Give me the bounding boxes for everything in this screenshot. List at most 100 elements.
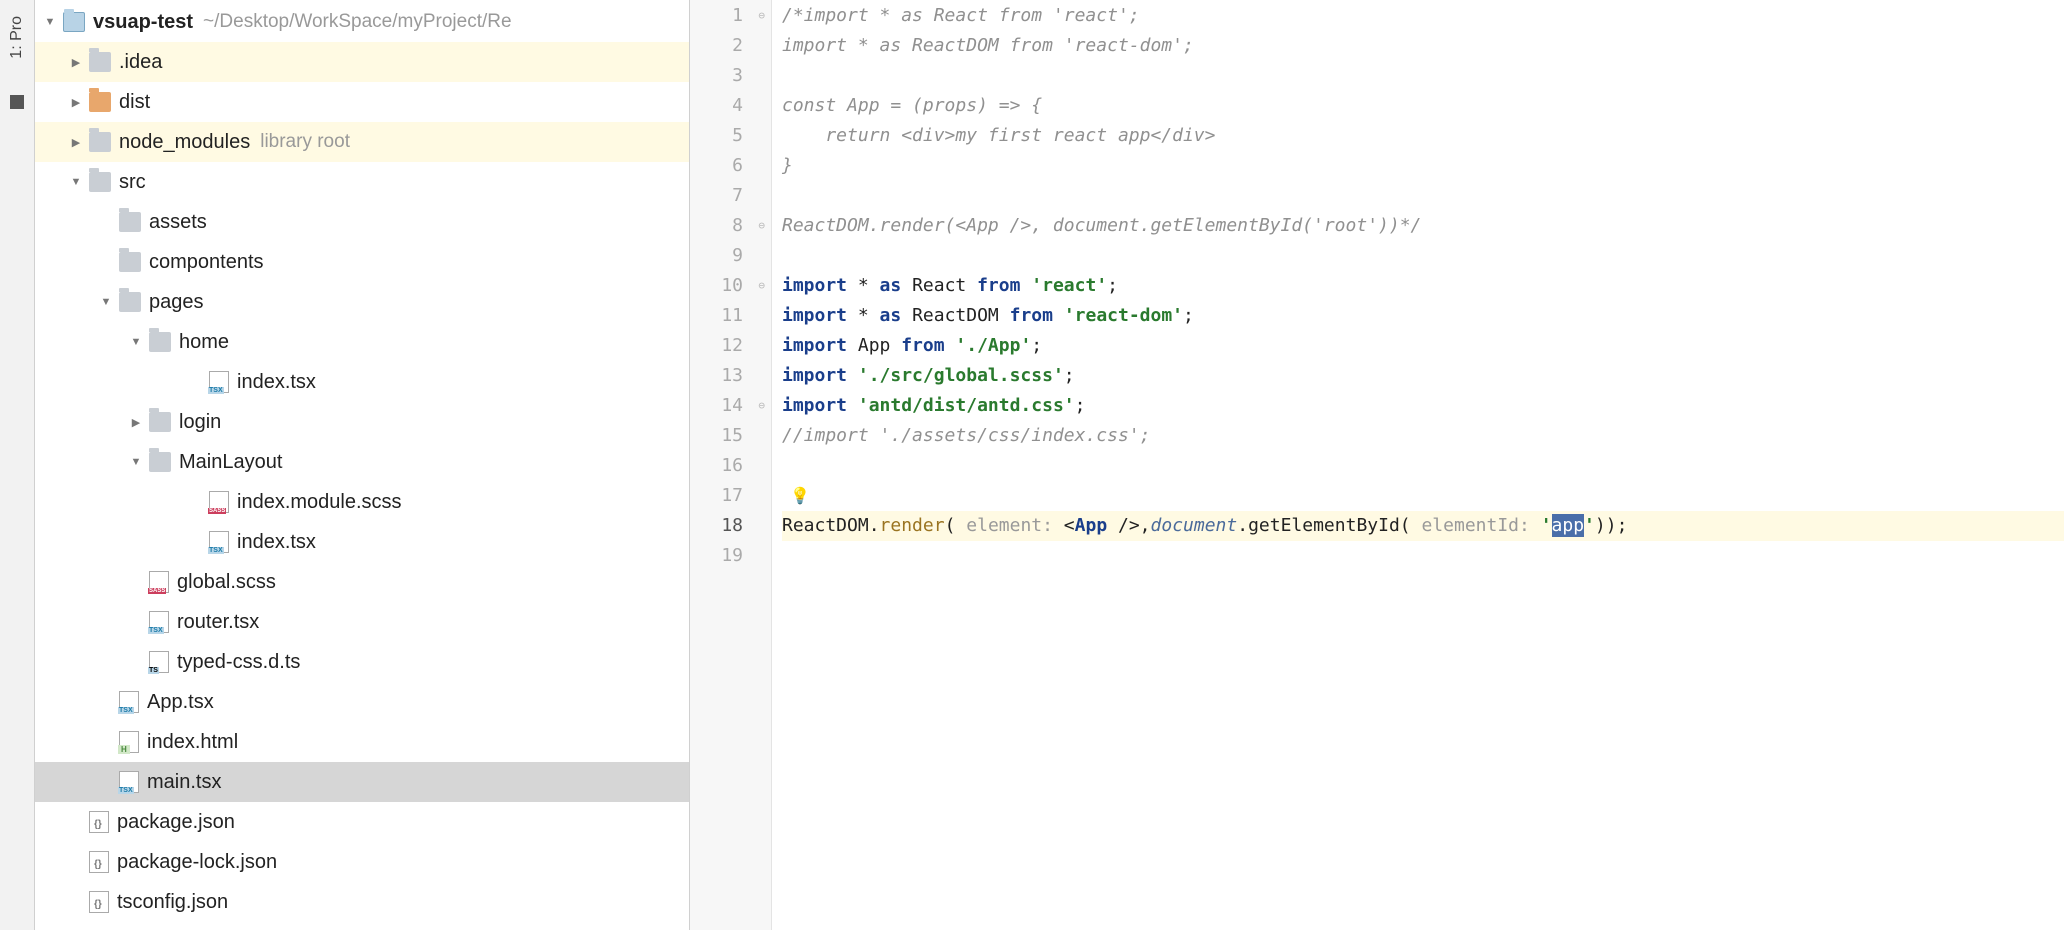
tree-item-src[interactable]: src [35, 162, 689, 202]
tree-item-home[interactable]: home [35, 322, 689, 362]
tree-item-index-tsx[interactable]: index.tsx [35, 362, 689, 402]
line-number[interactable]: 12 [690, 331, 743, 361]
tree-item-label: src [119, 171, 146, 194]
tree-item-mainlayout[interactable]: MainLayout [35, 442, 689, 482]
tree-arrow-icon[interactable] [127, 453, 145, 471]
tree-item-compontents[interactable]: compontents [35, 242, 689, 282]
project-tree[interactable]: vsuap-test~/Desktop/WorkSpace/myProject/… [35, 0, 690, 930]
line-number-gutter[interactable]: 1⊖2345678⊖910⊖11121314⊖1516171819 [690, 0, 772, 930]
tree-item-index-module-scss[interactable]: index.module.scss [35, 482, 689, 522]
line-number[interactable]: 10⊖ [690, 271, 743, 301]
code-line[interactable]: const App = (props) => { [782, 91, 2064, 121]
line-number[interactable]: 17 [690, 481, 743, 511]
tree-item-dist[interactable]: dist [35, 82, 689, 122]
tree-arrow-icon[interactable] [97, 293, 115, 311]
code-line[interactable] [782, 451, 2064, 481]
tree-item-index-html[interactable]: index.html [35, 722, 689, 762]
line-number[interactable]: 2 [690, 31, 743, 61]
code-line[interactable]: ReactDOM.render(<App />, document.getEle… [782, 211, 2064, 241]
code-line[interactable]: return <div>my first react app</div> [782, 121, 2064, 151]
tool-window-icon[interactable] [10, 95, 24, 109]
tree-item-label: node_modules [119, 131, 250, 154]
code-line[interactable]: } [782, 151, 2064, 181]
tsx-icon [149, 611, 169, 633]
tree-arrow-icon[interactable] [127, 333, 145, 351]
line-number[interactable]: 9 [690, 241, 743, 271]
token-plain: React [901, 275, 977, 296]
line-number[interactable]: 3 [690, 61, 743, 91]
code-editor[interactable]: 1⊖2345678⊖910⊖11121314⊖1516171819 /*impo… [690, 0, 2064, 930]
line-number[interactable]: 7 [690, 181, 743, 211]
code-line[interactable] [782, 541, 2064, 571]
fold-open-icon[interactable]: ⊖ [758, 271, 765, 301]
tree-item-router-tsx[interactable]: router.tsx [35, 602, 689, 642]
code-line[interactable]: import * as React from 'react'; [782, 271, 2064, 301]
line-number[interactable]: 4 [690, 91, 743, 121]
line-number[interactable]: 6 [690, 151, 743, 181]
line-number[interactable]: 18 [690, 511, 743, 541]
code-line[interactable]: /*import * as React from 'react'; [782, 1, 2064, 31]
line-number[interactable]: 11 [690, 301, 743, 331]
code-line[interactable]: import 'antd/dist/antd.css'; [782, 391, 2064, 421]
tsx-icon [209, 371, 229, 393]
token-comment: ReactDOM.render(<App />, document.getEle… [782, 215, 1421, 236]
tree-item-vsuap-test[interactable]: vsuap-test~/Desktop/WorkSpace/myProject/… [35, 2, 689, 42]
tree-item--idea[interactable]: .idea [35, 42, 689, 82]
code-line[interactable]: 💡 [782, 481, 2064, 511]
line-number[interactable]: 13 [690, 361, 743, 391]
code-line[interactable]: import * as ReactDOM from 'react-dom'; [782, 31, 2064, 61]
tree-item-package-lock-json[interactable]: package-lock.json [35, 842, 689, 882]
tree-item-pages[interactable]: pages [35, 282, 689, 322]
tree-item-label: MainLayout [179, 451, 282, 474]
line-number[interactable]: 16 [690, 451, 743, 481]
fold-close-icon[interactable]: ⊖ [758, 391, 765, 421]
code-line[interactable] [782, 241, 2064, 271]
tree-arrow-icon [67, 893, 85, 911]
tree-item-index-tsx[interactable]: index.tsx [35, 522, 689, 562]
line-number[interactable]: 1⊖ [690, 1, 743, 31]
line-number[interactable]: 19 [690, 541, 743, 571]
code-area[interactable]: /*import * as React from 'react';import … [772, 0, 2064, 930]
tree-item-node-modules[interactable]: node_moduleslibrary root [35, 122, 689, 162]
sass-icon [149, 571, 169, 593]
line-number[interactable]: 8⊖ [690, 211, 743, 241]
fold-open-icon[interactable]: ⊖ [758, 1, 765, 31]
tree-item-main-tsx[interactable]: main.tsx [35, 762, 689, 802]
tree-arrow-icon[interactable] [67, 173, 85, 191]
json-icon [89, 811, 109, 833]
code-line[interactable]: //import './assets/css/index.css'; [782, 421, 2064, 451]
tree-arrow-icon[interactable] [67, 93, 85, 111]
token-method: render [880, 515, 945, 536]
tool-window-bar[interactable]: 1: Pro [0, 0, 35, 930]
tree-item-global-scss[interactable]: global.scss [35, 562, 689, 602]
sass-icon [209, 491, 229, 513]
tree-item-login[interactable]: login [35, 402, 689, 442]
folder-icon [119, 252, 141, 272]
lightbulb-icon[interactable]: 💡 [790, 481, 810, 511]
tree-item-typed-css-d-ts[interactable]: typed-css.d.ts [35, 642, 689, 682]
token-comment: return <div>my first react app</div> [782, 125, 1215, 146]
code-line[interactable]: import './src/global.scss'; [782, 361, 2064, 391]
tree-item-tsconfig-json[interactable]: tsconfig.json [35, 882, 689, 922]
code-line[interactable]: import * as ReactDOM from 'react-dom'; [782, 301, 2064, 331]
code-line[interactable] [782, 181, 2064, 211]
tree-arrow-icon[interactable] [41, 13, 59, 31]
tree-item-app-tsx[interactable]: App.tsx [35, 682, 689, 722]
tree-arrow-icon[interactable] [67, 53, 85, 71]
code-line[interactable] [782, 61, 2064, 91]
tree-arrow-icon[interactable] [127, 413, 145, 431]
code-line[interactable]: ReactDOM.render( element: <App />,docume… [782, 511, 2064, 541]
tree-arrow-icon [127, 653, 145, 671]
project-tool-tab[interactable]: 1: Pro [6, 10, 28, 65]
code-line[interactable]: import App from './App'; [782, 331, 2064, 361]
tree-item-assets[interactable]: assets [35, 202, 689, 242]
tree-arrow-icon[interactable] [67, 133, 85, 151]
line-number[interactable]: 15 [690, 421, 743, 451]
folder-icon [119, 292, 141, 312]
line-number[interactable]: 14⊖ [690, 391, 743, 421]
fold-close-icon[interactable]: ⊖ [758, 211, 765, 241]
tree-item-package-json[interactable]: package.json [35, 802, 689, 842]
line-number[interactable]: 5 [690, 121, 743, 151]
token-plain [1020, 275, 1031, 296]
tree-item-label: router.tsx [177, 611, 259, 634]
